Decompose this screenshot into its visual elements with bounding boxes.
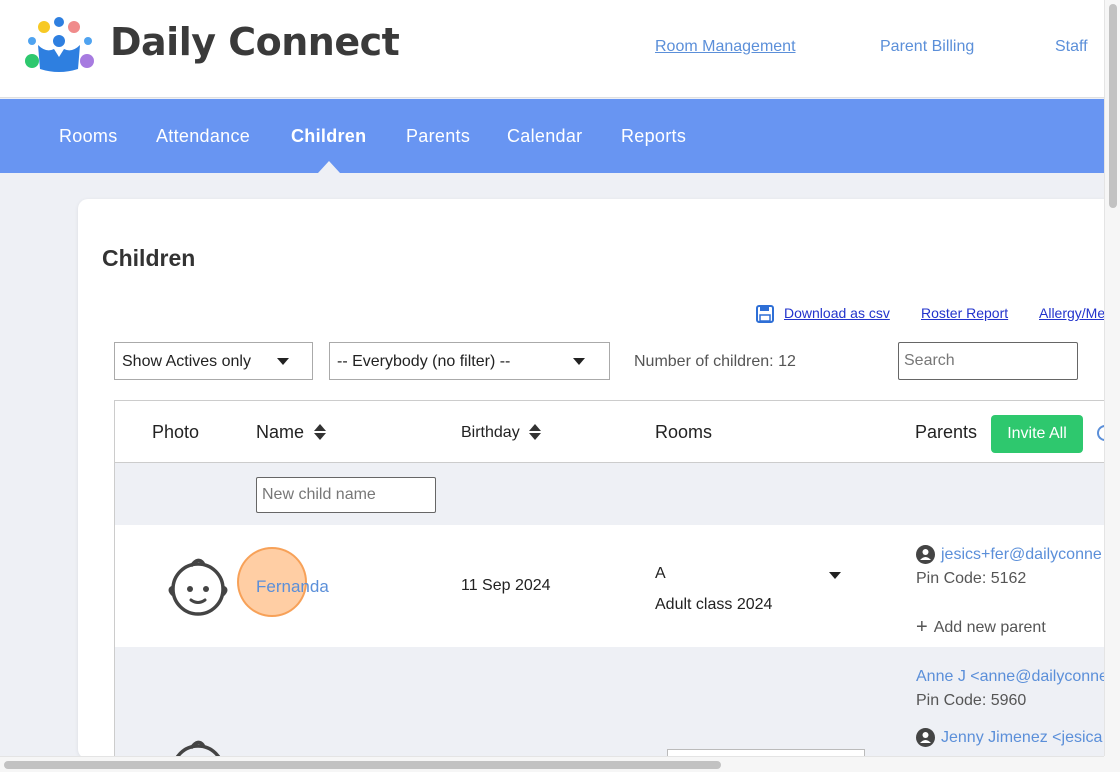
parent-email-link[interactable]: jesics+fer@dailyconne <box>941 546 1102 564</box>
parent-email-link[interactable]: Jenny Jimenez <jesica <box>941 729 1102 747</box>
status-filter-value: Show Actives only <box>122 353 251 370</box>
col-photo: Photo <box>152 422 200 442</box>
brand-name: Daily Connect <box>110 20 400 64</box>
room-management-link[interactable]: Room Management <box>655 38 796 56</box>
parent-billing-link[interactable]: Parent Billing <box>880 38 974 56</box>
baby-face-icon <box>168 558 228 616</box>
table-row: Fernanda 11 Sep 2024 A Adult class 2024 … <box>115 525 1118 647</box>
scrollbar-corner <box>1104 756 1120 772</box>
table-header: Photo Name Birthday Rooms Parents Invite… <box>115 401 1118 463</box>
save-icon[interactable] <box>756 305 774 323</box>
chevron-down-icon[interactable] <box>829 572 841 579</box>
child-name-link[interactable]: Fernanda <box>256 577 329 597</box>
allergy-link[interactable]: Allergy/Me <box>1039 305 1105 321</box>
child-birthday: 11 Sep 2024 <box>461 577 551 594</box>
page-title: Children <box>102 245 196 271</box>
vertical-scroll-thumb[interactable] <box>1109 4 1117 208</box>
parent-email-link[interactable]: Anne J <anne@dailyconne <box>916 668 1108 686</box>
col-name-label: Name <box>256 422 305 442</box>
children-count: Number of children: 12 <box>634 353 796 370</box>
main-nav: Rooms Attendance Children Parents Calend… <box>0 99 1104 173</box>
children-table: Photo Name Birthday Rooms Parents Invite… <box>114 400 1118 759</box>
sort-icon[interactable] <box>529 423 542 440</box>
nav-children[interactable]: Children <box>291 126 366 147</box>
new-child-input[interactable] <box>256 477 436 513</box>
download-csv-link[interactable]: Download as csv <box>784 305 890 321</box>
add-parent-label: Add new parent <box>933 619 1046 636</box>
sort-icon[interactable] <box>314 424 327 441</box>
chevron-down-icon <box>573 358 585 365</box>
child-room-detail: Adult class 2024 <box>655 596 773 613</box>
table-row: Anne J <anne@dailyconne Pin Code: 5960 J… <box>115 647 1118 759</box>
person-icon <box>916 728 935 747</box>
child-room[interactable]: A <box>655 565 666 583</box>
roster-report-link[interactable]: Roster Report <box>921 305 1008 321</box>
nav-attendance[interactable]: Attendance <box>156 126 250 147</box>
horizontal-scroll-thumb[interactable] <box>4 761 721 769</box>
nav-rooms[interactable]: Rooms <box>59 126 118 147</box>
logo-icon[interactable] <box>24 17 94 75</box>
parent-pin: Pin Code: 5960 <box>916 692 1027 709</box>
horizontal-scrollbar[interactable] <box>0 756 1104 772</box>
col-birthday[interactable]: Birthday <box>461 423 542 442</box>
new-child-row <box>115 463 1118 525</box>
app-header: Daily Connect Room Management Parent Bil… <box>0 0 1104 98</box>
col-name[interactable]: Name <box>256 422 327 443</box>
active-nav-indicator <box>318 161 340 173</box>
col-parents: Parents <box>915 422 978 442</box>
parent-pin: Pin Code: 5162 <box>916 570 1027 587</box>
room-filter-value: -- Everybody (no filter) -- <box>337 353 511 370</box>
room-filter-select[interactable]: -- Everybody (no filter) -- <box>329 342 610 380</box>
nav-parents[interactable]: Parents <box>406 126 470 147</box>
add-parent-button[interactable]: + Add new parent <box>916 615 1046 638</box>
staff-link[interactable]: Staff <box>1055 38 1088 56</box>
plus-icon: + <box>916 616 928 638</box>
col-birthday-label: Birthday <box>461 424 520 441</box>
person-icon <box>916 545 935 564</box>
status-filter-select[interactable]: Show Actives only <box>114 342 313 380</box>
search-input[interactable] <box>898 342 1078 380</box>
chevron-down-icon <box>277 358 289 365</box>
col-rooms: Rooms <box>655 422 713 442</box>
nav-reports[interactable]: Reports <box>621 126 686 147</box>
vertical-scrollbar[interactable] <box>1104 0 1120 772</box>
invite-all-button[interactable]: Invite All <box>991 415 1083 453</box>
children-card: Children Download as csv Roster Report A… <box>78 199 1118 759</box>
nav-calendar[interactable]: Calendar <box>507 126 582 147</box>
